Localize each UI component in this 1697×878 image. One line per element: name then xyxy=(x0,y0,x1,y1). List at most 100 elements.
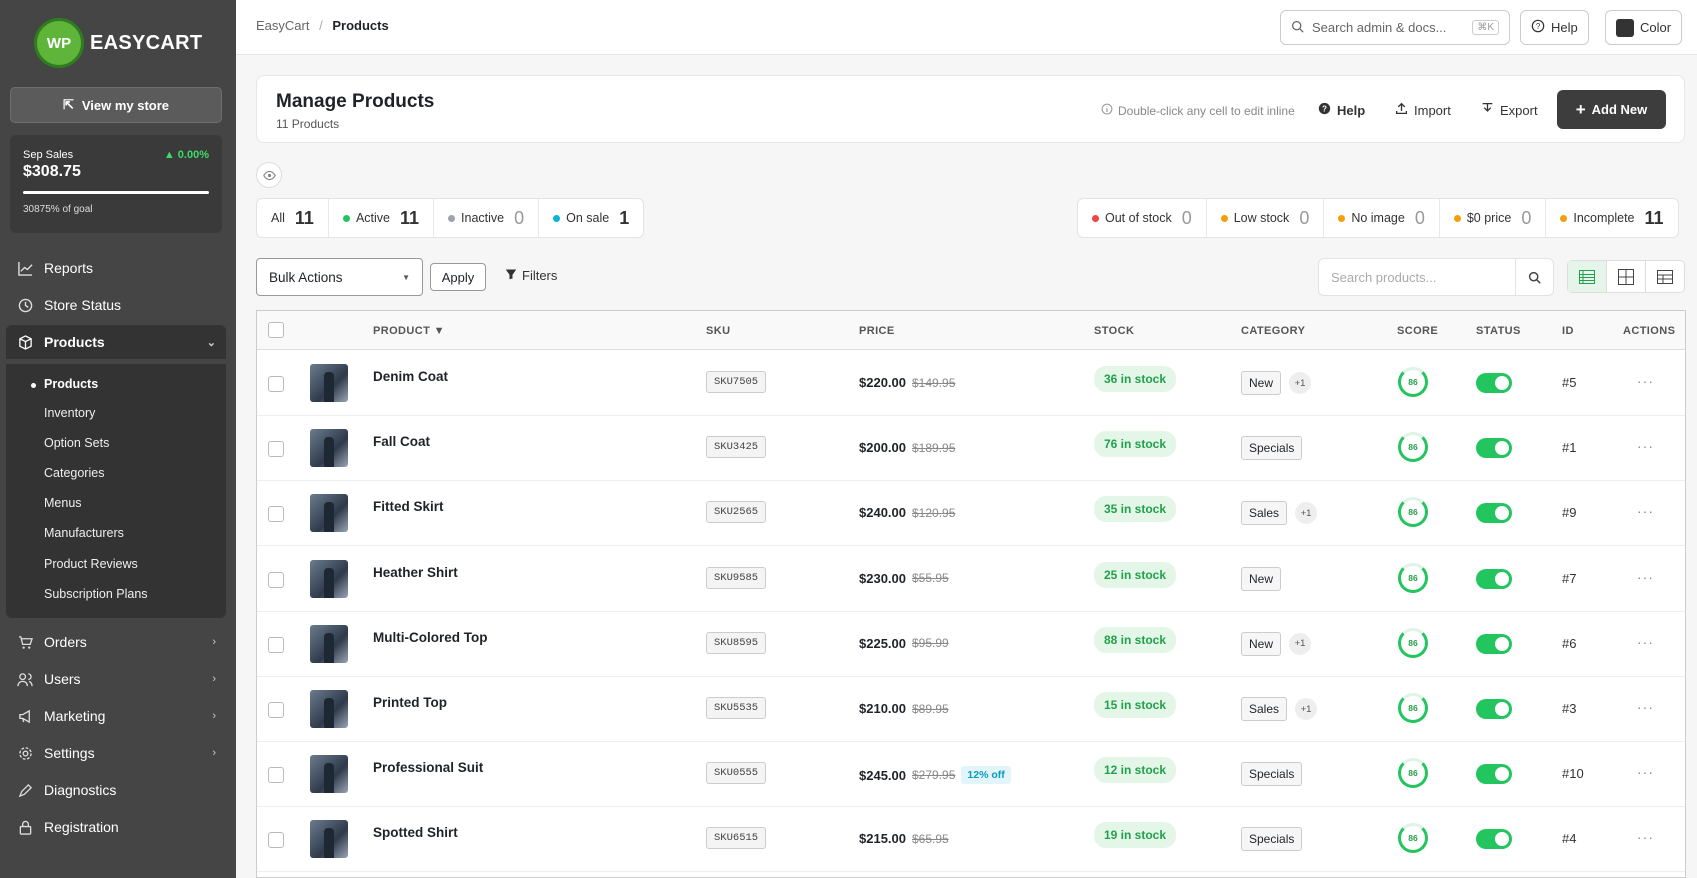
grid-view-icon[interactable] xyxy=(1607,261,1646,292)
nav-products[interactable]: Products ⌄ xyxy=(6,325,226,359)
row-checkbox[interactable] xyxy=(268,376,284,392)
product-thumbnail[interactable] xyxy=(310,429,348,468)
table-row[interactable]: Fitted Skirt SKU2565 $240.00 $120.95 35 in s… xyxy=(257,481,1685,547)
col-category[interactable]: CATEGORY xyxy=(1241,325,1305,337)
sku-badge[interactable]: SKU8595 xyxy=(706,631,767,654)
stock-badge[interactable]: 15 in stock xyxy=(1094,692,1177,718)
subnav-manufacturers[interactable]: Manufacturers xyxy=(44,526,124,540)
sku-badge[interactable]: SKU5535 xyxy=(706,697,767,719)
stock-badge[interactable]: 12 in stock xyxy=(1094,757,1177,784)
apply-button[interactable]: Apply xyxy=(430,263,486,291)
more-categories-badge[interactable]: +1 xyxy=(1295,698,1318,720)
stock-badge[interactable]: 76 in stock xyxy=(1094,431,1177,458)
row-checkbox[interactable] xyxy=(268,571,284,588)
more-actions-icon[interactable]: ··· xyxy=(1637,438,1654,454)
product-thumbnail[interactable] xyxy=(310,364,348,402)
table-row[interactable]: Fall Coat SKU3425 $200.00 $189.95 76 in stoc… xyxy=(257,416,1685,482)
bulk-actions-select[interactable]: Bulk Actions ▼ xyxy=(256,258,423,296)
more-categories-badge[interactable]: +1 xyxy=(1289,632,1312,655)
more-actions-icon[interactable]: ··· xyxy=(1637,634,1654,650)
price-cell[interactable]: $220.00 $149.95 xyxy=(859,375,955,390)
status-toggle[interactable] xyxy=(1476,699,1512,719)
price-cell[interactable]: $230.00 $55.95 xyxy=(859,571,949,586)
nav-diagnostics[interactable]: Diagnostics xyxy=(6,773,226,807)
sku-badge[interactable]: SKU7505 xyxy=(706,371,767,393)
nav-marketing[interactable]: Marketing › xyxy=(6,699,226,733)
col-id[interactable]: ID xyxy=(1562,325,1574,337)
filter-incomplete[interactable]: Incomplete 11 xyxy=(1546,199,1677,237)
logo[interactable]: WP EASYCART xyxy=(34,18,202,68)
more-categories-badge[interactable]: +1 xyxy=(1289,372,1312,394)
more-categories-badge[interactable]: +1 xyxy=(1295,502,1318,525)
subnav-option-sets[interactable]: Option Sets xyxy=(44,436,109,450)
import-button[interactable]: Import xyxy=(1395,102,1451,118)
category-cell[interactable]: Specials xyxy=(1241,762,1303,787)
product-name[interactable]: Spotted Shirt xyxy=(373,825,458,840)
product-name[interactable]: Multi-Colored Top xyxy=(373,630,487,645)
col-sku[interactable]: SKU xyxy=(706,325,730,337)
row-checkbox[interactable] xyxy=(268,636,284,653)
status-toggle[interactable] xyxy=(1476,503,1512,524)
col-product[interactable]: PRODUCT ▼ xyxy=(373,325,445,337)
table-row[interactable]: Multi-Colored Top SKU8595 $225.00 $95.99 88 … xyxy=(257,612,1685,677)
filter-active[interactable]: Active 11 xyxy=(329,199,435,237)
filter-low-stock[interactable]: Low stock 0 xyxy=(1207,199,1325,237)
category-cell[interactable]: New +1 xyxy=(1241,631,1312,656)
table-row[interactable]: Denim Coat SKU7505 $220.00 $149.95 36 in sto… xyxy=(257,351,1685,416)
category-cell[interactable]: Sales +1 xyxy=(1241,697,1318,721)
row-checkbox[interactable] xyxy=(268,441,284,458)
sku-badge[interactable]: SKU2565 xyxy=(706,501,767,524)
status-toggle[interactable] xyxy=(1476,438,1512,459)
product-name[interactable]: Professional Suit xyxy=(373,760,483,775)
nav-users[interactable]: Users › xyxy=(6,662,226,696)
filter-on-sale[interactable]: On sale 1 xyxy=(539,199,643,237)
export-button[interactable]: Export xyxy=(1481,102,1538,118)
row-checkbox[interactable] xyxy=(268,767,284,784)
product-name[interactable]: Heather Shirt xyxy=(373,565,458,580)
col-price[interactable]: PRICE xyxy=(859,325,895,337)
sku-badge[interactable]: SKU6515 xyxy=(706,827,767,850)
view-store-button[interactable]: ⇱ View my store xyxy=(10,87,222,123)
product-thumbnail[interactable] xyxy=(310,559,348,598)
price-cell[interactable]: $200.00 $189.95 xyxy=(859,440,955,455)
price-cell[interactable]: $240.00 $120.95 xyxy=(859,505,955,520)
table-row[interactable]: Heather Shirt SKU9585 $230.00 $55.95 25 in s… xyxy=(257,547,1685,612)
col-stock[interactable]: STOCK xyxy=(1094,325,1134,337)
filter-no-image[interactable]: No image 0 xyxy=(1324,199,1440,237)
list-view-icon[interactable] xyxy=(1568,261,1607,292)
product-thumbnail[interactable] xyxy=(310,494,348,533)
product-thumbnail[interactable] xyxy=(310,624,348,663)
more-actions-icon[interactable]: ··· xyxy=(1637,764,1654,780)
more-actions-icon[interactable]: ··· xyxy=(1637,503,1654,519)
product-name[interactable]: Denim Coat xyxy=(373,369,448,384)
stock-badge[interactable]: 35 in stock xyxy=(1094,496,1177,523)
product-search[interactable]: Search products... xyxy=(1318,258,1554,296)
nav-registration[interactable]: Registration xyxy=(6,810,226,844)
subnav-products[interactable]: Products xyxy=(30,377,98,391)
row-checkbox[interactable] xyxy=(268,506,284,523)
product-name[interactable]: Fitted Skirt xyxy=(373,499,444,514)
sku-badge[interactable]: SKU3425 xyxy=(706,436,767,459)
category-cell[interactable]: Specials xyxy=(1241,827,1303,852)
row-checkbox[interactable] xyxy=(268,702,284,718)
more-actions-icon[interactable]: ··· xyxy=(1637,829,1654,845)
sku-badge[interactable]: SKU9585 xyxy=(706,566,767,589)
table-row[interactable]: Professional Suit SKU0555 $245.00 $279.95 12… xyxy=(257,742,1685,808)
price-cell[interactable]: $215.00 $65.95 xyxy=(859,831,949,846)
table-row[interactable]: Printed Top SKU5535 $210.00 $89.95 15 in sto… xyxy=(257,677,1685,742)
product-search-input[interactable]: Search products... xyxy=(1319,270,1515,285)
subnav-menus[interactable]: Menus xyxy=(44,496,82,510)
add-new-button[interactable]: + Add New xyxy=(1557,90,1666,129)
price-cell[interactable]: $245.00 $279.95 12% off xyxy=(859,766,1011,785)
filter-all[interactable]: All 11 xyxy=(257,199,329,237)
search-icon[interactable] xyxy=(1515,259,1553,295)
filter-zero-price[interactable]: $0 price 0 xyxy=(1440,199,1547,237)
category-cell[interactable]: Sales +1 xyxy=(1241,501,1318,526)
filters-button[interactable]: Filters xyxy=(505,268,557,283)
more-actions-icon[interactable]: ··· xyxy=(1637,373,1654,389)
admin-search-input[interactable]: Search admin & docs... ⌘K xyxy=(1280,10,1510,45)
more-actions-icon[interactable]: ··· xyxy=(1637,569,1654,585)
category-cell[interactable]: Specials xyxy=(1241,436,1303,461)
status-toggle[interactable] xyxy=(1476,829,1512,850)
select-all-checkbox[interactable] xyxy=(268,322,284,338)
